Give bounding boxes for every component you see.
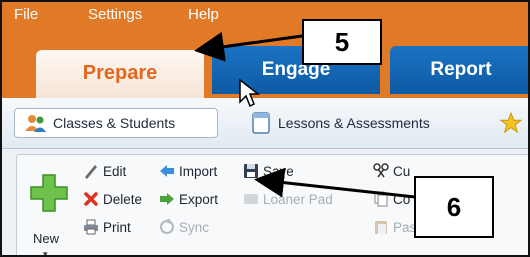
app-window: File Settings Help Prepare Engage Report… [0,0,530,257]
callout-6: 6 [414,176,494,238]
callout-5-arrow [194,31,303,62]
callout-6-arrow [254,167,425,200]
callout-5: 5 [302,19,382,65]
